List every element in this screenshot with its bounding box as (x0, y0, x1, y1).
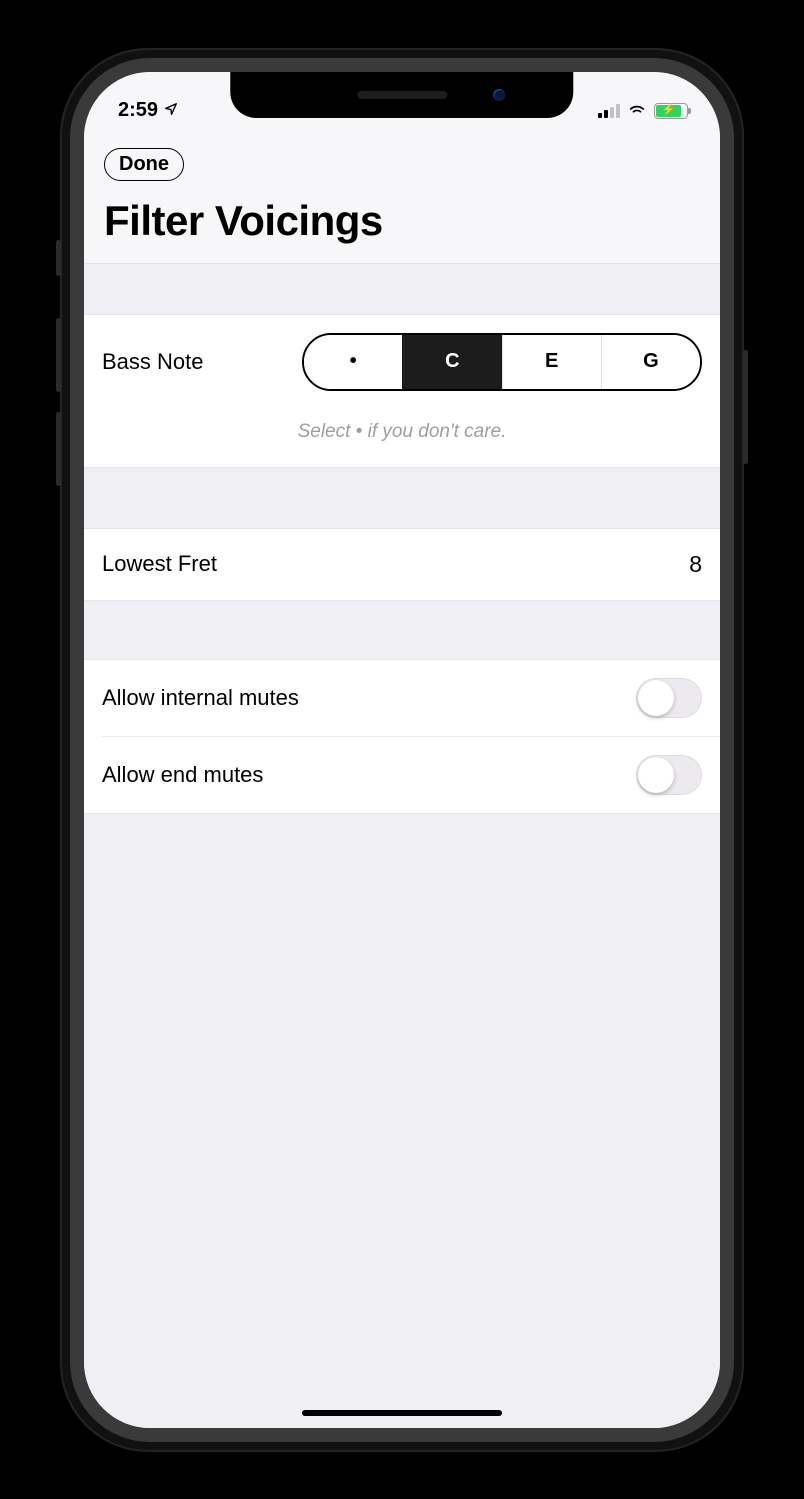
power-button (743, 350, 748, 464)
allow-end-mutes-toggle[interactable] (636, 755, 702, 795)
bass-note-option-g[interactable]: G (601, 335, 700, 389)
toggle-knob (638, 757, 674, 793)
mutes-section: Allow internal mutes Allow end mutes (84, 659, 720, 814)
bass-note-segmented[interactable]: • C E G (302, 333, 702, 391)
bass-note-option-any[interactable]: • (304, 335, 402, 389)
done-button[interactable]: Done (104, 148, 184, 181)
bass-note-row: Bass Note • C E G (84, 315, 720, 409)
lowest-fret-label: Lowest Fret (102, 551, 217, 577)
allow-internal-mutes-toggle[interactable] (636, 678, 702, 718)
cellular-icon (598, 104, 620, 118)
section-spacer (84, 601, 720, 659)
page-title: Filter Voicings (104, 197, 700, 245)
front-camera (494, 89, 506, 101)
nav-bar: Done Filter Voicings (84, 130, 720, 264)
screen: 2:59 ⚡ Done Filter Voicings (84, 72, 720, 1428)
location-icon (164, 99, 178, 122)
lowest-fret-section: Lowest Fret 8 (84, 528, 720, 601)
speaker-grille (357, 91, 447, 99)
volume-up-button (56, 318, 61, 392)
bass-note-section: Bass Note • C E G Select • if you don't … (84, 314, 720, 468)
wifi-icon (627, 99, 647, 122)
lowest-fret-row[interactable]: Lowest Fret 8 (84, 529, 720, 600)
status-time: 2:59 (118, 99, 158, 122)
section-spacer (84, 264, 720, 314)
empty-area (84, 814, 720, 1428)
toggle-knob (638, 680, 674, 716)
battery-icon: ⚡ (654, 103, 688, 119)
allow-end-mutes-label: Allow end mutes (102, 762, 263, 788)
allow-internal-mutes-row: Allow internal mutes (84, 660, 720, 736)
allow-internal-mutes-label: Allow internal mutes (102, 685, 299, 711)
phone-frame: 2:59 ⚡ Done Filter Voicings (62, 50, 742, 1450)
bass-note-hint: Select • if you don't care. (84, 409, 720, 467)
lowest-fret-value: 8 (689, 551, 702, 578)
volume-down-button (56, 412, 61, 486)
section-spacer (84, 468, 720, 528)
bass-note-option-e[interactable]: E (502, 335, 601, 389)
bass-note-label: Bass Note (102, 349, 204, 375)
allow-end-mutes-row: Allow end mutes (102, 736, 720, 813)
home-indicator[interactable] (302, 1410, 502, 1416)
notch (230, 72, 573, 118)
silence-switch (56, 240, 61, 276)
bass-note-option-c[interactable]: C (402, 335, 501, 389)
